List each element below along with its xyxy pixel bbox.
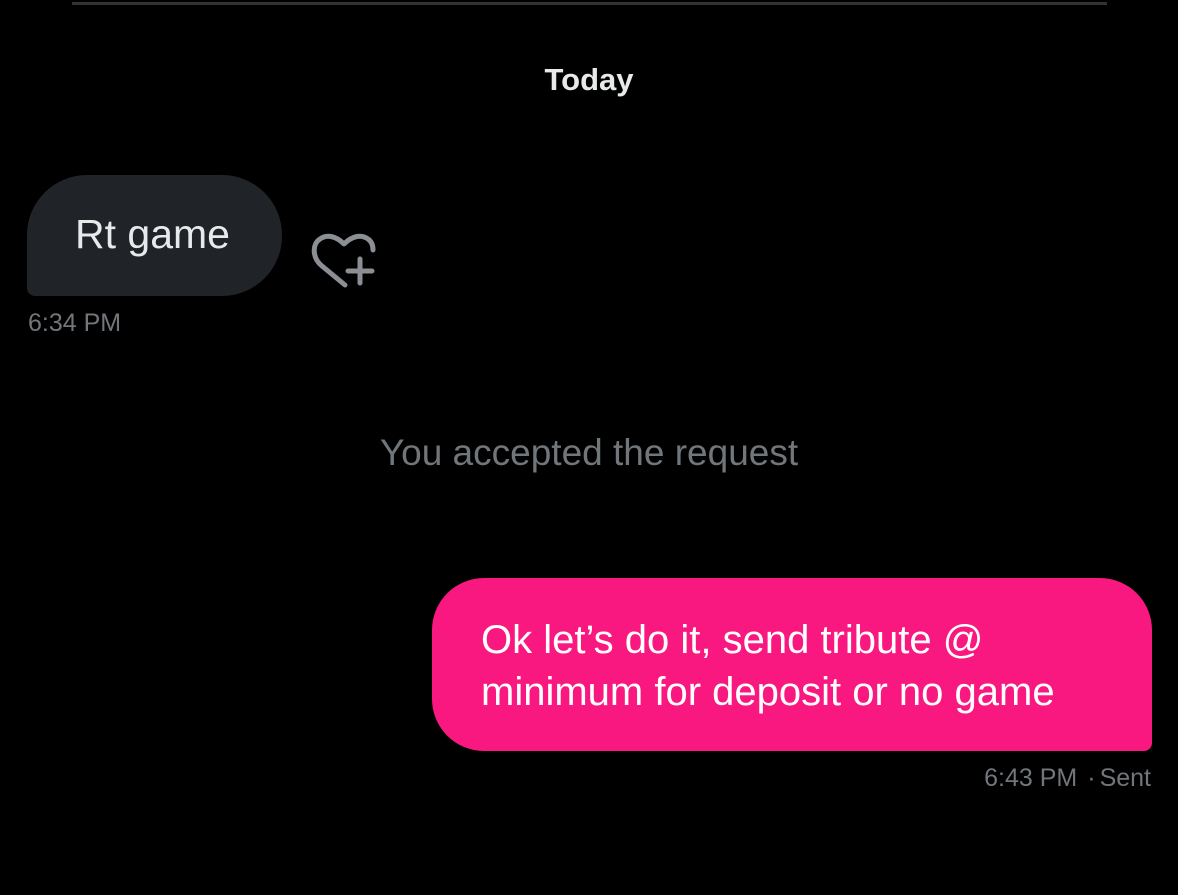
top-divider — [72, 2, 1107, 5]
add-reaction-button[interactable] — [308, 228, 380, 294]
request-accepted-notice: You accepted the request — [379, 432, 799, 473]
delivery-status: Sent — [1099, 764, 1151, 792]
outgoing-message-text: Ok let’s do it, send tribute @ minimum f… — [481, 618, 1055, 714]
outgoing-message-meta: 6:43 PM · Sent — [984, 763, 1151, 793]
outgoing-message-bubble[interactable]: Ok let’s do it, send tribute @ minimum f… — [432, 578, 1152, 751]
outgoing-message-timestamp: 6:43 PM — [984, 764, 1078, 792]
date-header: Today — [544, 62, 634, 97]
incoming-message-timestamp: 6:34 PM — [28, 309, 122, 337]
incoming-message-text: Rt game — [75, 210, 230, 257]
incoming-message-bubble[interactable]: Rt game — [27, 175, 282, 296]
dm-conversation: Today Rt game 6:34 PM You accepted the r… — [0, 0, 1178, 895]
meta-separator: · — [1087, 764, 1096, 792]
heart-plus-icon — [311, 233, 376, 288]
